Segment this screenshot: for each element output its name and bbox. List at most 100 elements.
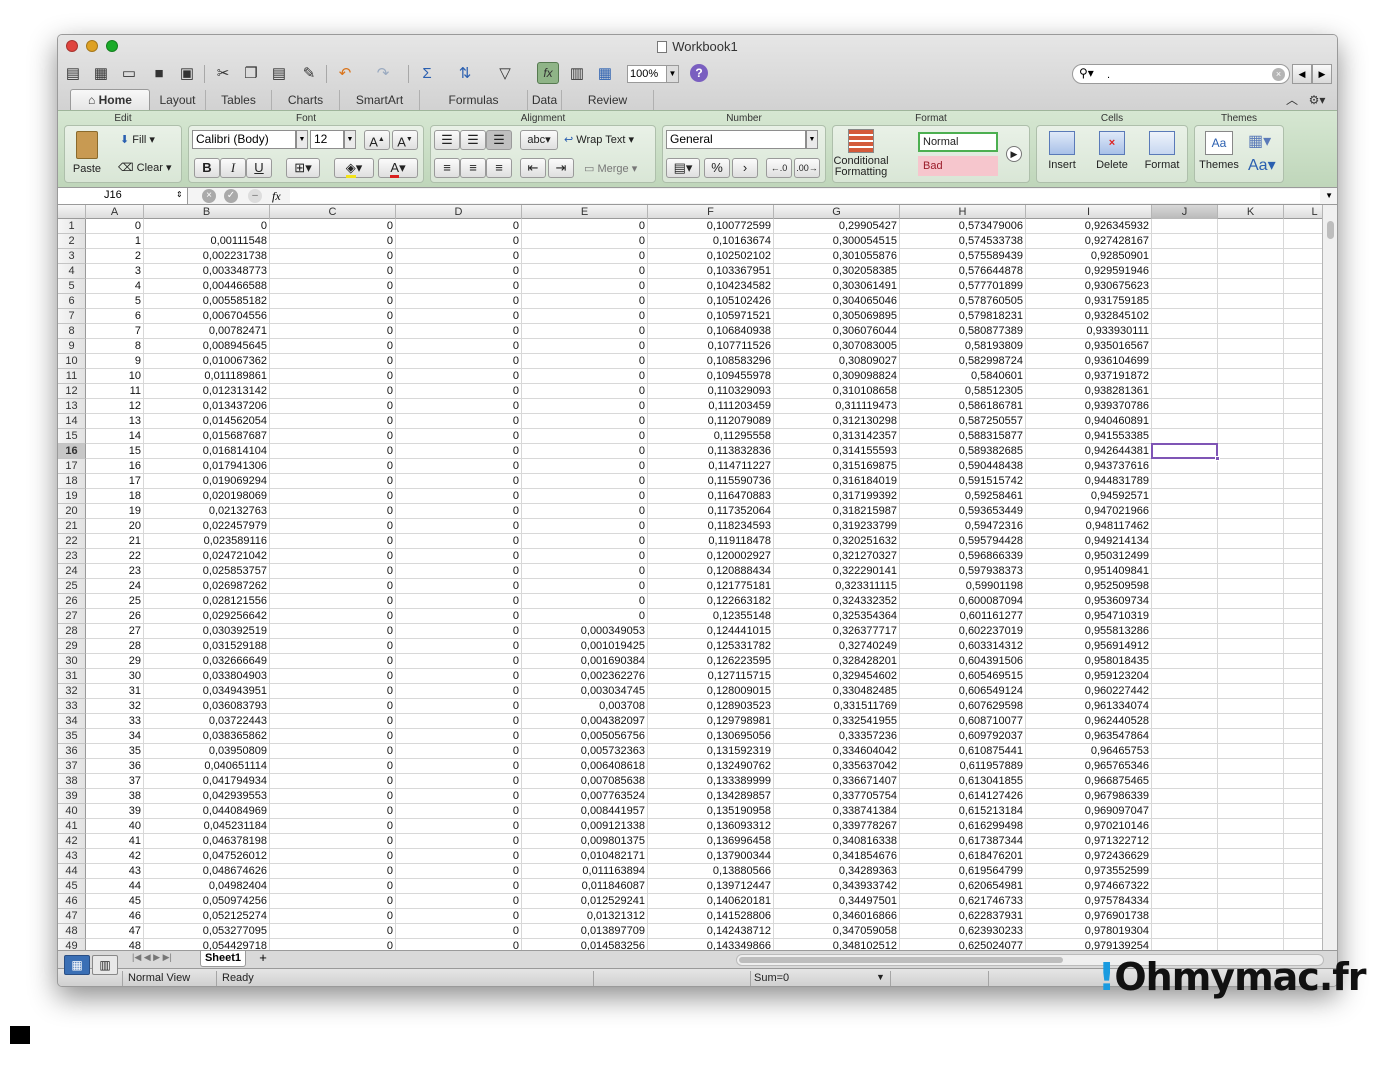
filter-icon[interactable]: ▽ <box>494 62 516 84</box>
italic-button[interactable]: I <box>220 158 246 178</box>
cell[interactable] <box>1152 429 1218 444</box>
cell[interactable]: 0 <box>396 219 522 234</box>
cell[interactable]: 0 <box>522 549 648 564</box>
cell[interactable]: 0,015687687 <box>144 429 270 444</box>
clear-search-icon[interactable]: × <box>1272 68 1285 81</box>
fill-color-button[interactable]: ◈▾ <box>334 158 374 178</box>
insert-cells-button[interactable]: Insert <box>1040 129 1084 171</box>
cell[interactable] <box>1218 834 1284 849</box>
cell[interactable]: 0,014562054 <box>144 414 270 429</box>
cell[interactable]: 0,139712447 <box>648 879 774 894</box>
cell[interactable]: 0,944831789 <box>1026 474 1152 489</box>
print-icon[interactable]: ▣ <box>176 62 198 84</box>
cell[interactable]: 0,128903523 <box>648 699 774 714</box>
cell[interactable]: 40 <box>86 819 144 834</box>
cell[interactable]: 0 <box>396 309 522 324</box>
cell[interactable]: 0,105102426 <box>648 294 774 309</box>
cell[interactable]: 0 <box>396 399 522 414</box>
cell[interactable] <box>1152 324 1218 339</box>
cell[interactable] <box>1218 639 1284 654</box>
cell[interactable]: 0,019069294 <box>144 474 270 489</box>
row-header[interactable]: 40 <box>58 804 86 819</box>
row-header[interactable]: 4 <box>58 264 86 279</box>
cell[interactable]: 0,605469515 <box>900 669 1026 684</box>
cell[interactable]: 0 <box>270 669 396 684</box>
cell[interactable]: 0,953609734 <box>1026 594 1152 609</box>
cell[interactable]: 0,311119473 <box>774 399 900 414</box>
cell[interactable]: 0 <box>396 654 522 669</box>
format-cells-button[interactable]: Format <box>1140 129 1184 171</box>
cell[interactable] <box>1218 609 1284 624</box>
cell[interactable]: 0,330482485 <box>774 684 900 699</box>
cell[interactable] <box>1218 624 1284 639</box>
cell[interactable]: 9 <box>86 354 144 369</box>
cell[interactable]: 16 <box>86 459 144 474</box>
cell[interactable]: 23 <box>86 564 144 579</box>
cell[interactable]: 0 <box>396 279 522 294</box>
tab-tables[interactable]: Tables <box>206 90 272 110</box>
cell[interactable]: 0,970210146 <box>1026 819 1152 834</box>
cell[interactable] <box>1284 849 1324 864</box>
cell[interactable]: 0 <box>396 369 522 384</box>
cell[interactable] <box>1284 354 1324 369</box>
cell[interactable]: 1 <box>86 234 144 249</box>
cell[interactable]: 0 <box>396 234 522 249</box>
cell[interactable] <box>1284 429 1324 444</box>
cell[interactable] <box>1218 384 1284 399</box>
cell[interactable]: 0 <box>522 534 648 549</box>
cell[interactable] <box>1284 684 1324 699</box>
cell[interactable] <box>1218 279 1284 294</box>
cell[interactable]: 0,58512305 <box>900 384 1026 399</box>
row-header[interactable]: 9 <box>58 339 86 354</box>
cell[interactable]: 0,601161277 <box>900 609 1026 624</box>
align-center-icon[interactable]: ≡ <box>460 158 486 178</box>
cell[interactable]: 0,94592571 <box>1026 489 1152 504</box>
row-header[interactable]: 43 <box>58 849 86 864</box>
cell[interactable]: 0,5840601 <box>900 369 1026 384</box>
cell[interactable] <box>1152 339 1218 354</box>
cell[interactable] <box>1284 249 1324 264</box>
cell[interactable]: 0,573479006 <box>900 219 1026 234</box>
cell[interactable]: 0 <box>270 534 396 549</box>
cell[interactable]: 0,943737616 <box>1026 459 1152 474</box>
cell[interactable]: 0,108583296 <box>648 354 774 369</box>
cell[interactable]: 0 <box>270 294 396 309</box>
row-header[interactable]: 30 <box>58 654 86 669</box>
tab-data[interactable]: Data <box>528 90 562 110</box>
cell[interactable]: 0,947021966 <box>1026 504 1152 519</box>
cell[interactable]: 0 <box>270 324 396 339</box>
cell[interactable]: 0 <box>522 294 648 309</box>
cell[interactable]: 0 <box>270 864 396 879</box>
search-input[interactable] <box>1107 67 1267 82</box>
cell[interactable]: 0,136093312 <box>648 819 774 834</box>
cell[interactable] <box>1284 534 1324 549</box>
row-header[interactable]: 18 <box>58 474 86 489</box>
cell[interactable]: 0,621746733 <box>900 894 1026 909</box>
row-header[interactable]: 26 <box>58 594 86 609</box>
cell[interactable] <box>1218 354 1284 369</box>
cell[interactable]: 0 <box>396 549 522 564</box>
paste-icon[interactable]: ▤ <box>268 62 290 84</box>
cell[interactable]: 0,973552599 <box>1026 864 1152 879</box>
cell[interactable]: 0,580877389 <box>900 324 1026 339</box>
cell[interactable]: 0 <box>270 594 396 609</box>
row-header[interactable]: 7 <box>58 309 86 324</box>
tab-review[interactable]: Review <box>562 90 654 110</box>
cell[interactable]: 0,029256642 <box>144 609 270 624</box>
cell[interactable]: 0,929591946 <box>1026 264 1152 279</box>
cell[interactable] <box>1218 444 1284 459</box>
search-prev-button[interactable]: ◀ <box>1292 64 1312 84</box>
cell[interactable]: 0,338741384 <box>774 804 900 819</box>
cell[interactable]: 0 <box>270 249 396 264</box>
cell[interactable] <box>1218 399 1284 414</box>
cell[interactable]: 8 <box>86 339 144 354</box>
cell[interactable]: 0,133389999 <box>648 774 774 789</box>
cell[interactable]: 34 <box>86 729 144 744</box>
cell[interactable]: 0,005732363 <box>522 744 648 759</box>
cell[interactable]: 22 <box>86 549 144 564</box>
column-header[interactable]: E <box>522 205 648 219</box>
cell[interactable]: 0,346016866 <box>774 909 900 924</box>
tab-smartart[interactable]: SmartArt <box>340 90 420 110</box>
cell[interactable]: 0,110329093 <box>648 384 774 399</box>
cell[interactable]: 0 <box>396 429 522 444</box>
